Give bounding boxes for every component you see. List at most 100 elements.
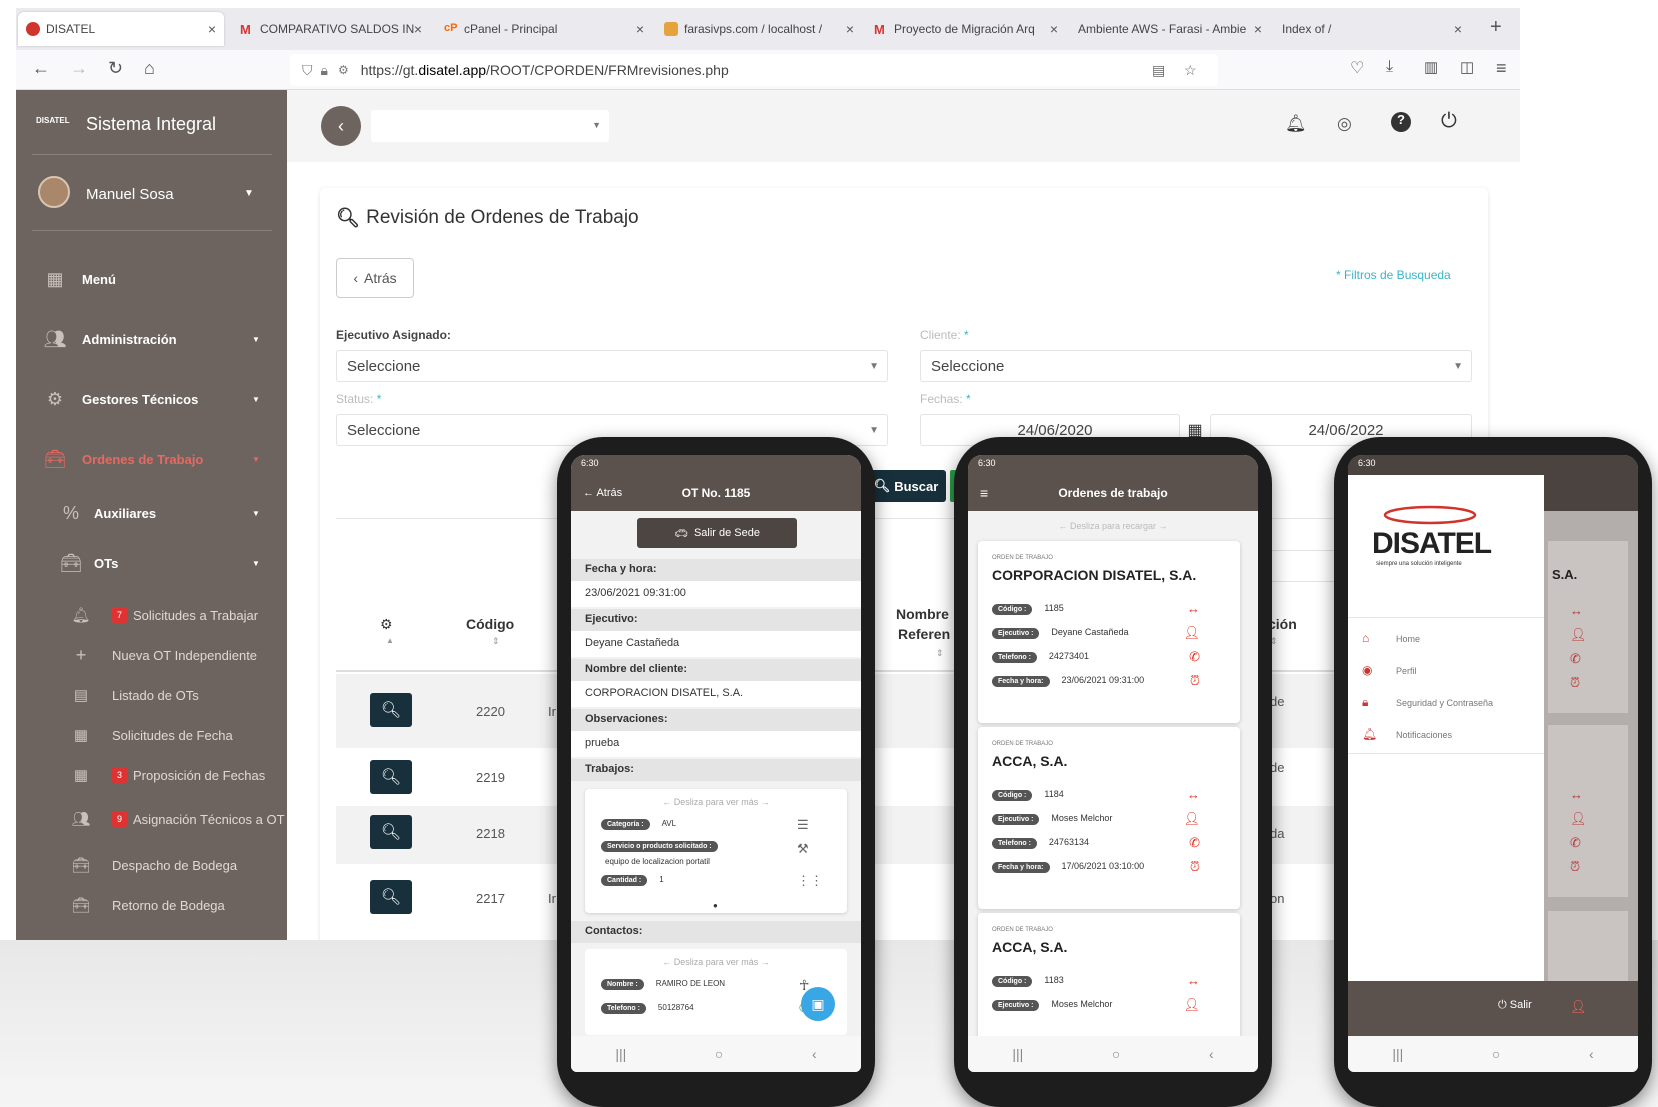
peek-text: S.A. bbox=[1552, 567, 1578, 582]
sidebar-subitem-retorno[interactable]: 🧰︎ Retorno de Bodega bbox=[16, 888, 287, 922]
sidebar-subitem-solicitudes-fecha[interactable]: ▦ Solicitudes de Fecha bbox=[16, 718, 287, 752]
drawer-item-seguridad[interactable]: 🔒︎ Seguridad y Contraseña bbox=[1348, 689, 1544, 719]
hamburger-menu-icon[interactable]: ≡ bbox=[1496, 58, 1507, 79]
bell-icon[interactable]: 🔔︎ bbox=[1285, 114, 1307, 134]
tab-disatel[interactable]: DISATEL × bbox=[18, 12, 224, 46]
sidebar-item-menu[interactable]: ▦ Menú bbox=[16, 262, 287, 296]
order-card[interactable]: ORDEN DE TRABAJO ACCA, S.A. Código : 1183… bbox=[978, 913, 1240, 1043]
phone-icon[interactable]: ✆ bbox=[1189, 835, 1200, 851]
help-icon[interactable]: ? bbox=[1391, 112, 1411, 132]
home-circle-icon[interactable]: ○ bbox=[1492, 1046, 1500, 1062]
url-bar[interactable]: ⛉ 🔒︎ ⚙︎ https://gt. disatel.app/ROOT/CPOR… bbox=[290, 54, 1218, 86]
work-line: Servicio o producto solicitado : bbox=[601, 841, 730, 852]
phone-icon: ✆ bbox=[1570, 835, 1581, 850]
recents-icon[interactable]: ||| bbox=[1012, 1046, 1023, 1062]
back-arrow-icon[interactable]: ← bbox=[32, 58, 50, 79]
ejecutivo-select[interactable]: Seleccione ▼ bbox=[336, 350, 888, 382]
view-order-button[interactable]: 🔍︎ bbox=[370, 815, 412, 849]
sidebar-subitem-proposicion[interactable]: ▦ 3 Proposición de Fechas bbox=[16, 758, 287, 792]
sidebar-item-ordenes[interactable]: 🧰︎ Ordenes de Trabajo ▼ bbox=[16, 442, 287, 476]
close-icon[interactable]: × bbox=[636, 21, 644, 37]
close-icon[interactable]: × bbox=[1254, 21, 1262, 37]
drawer-item-perfil[interactable]: ◉ Perfil bbox=[1348, 657, 1544, 687]
tab-aws[interactable]: Ambiente AWS - Farasi - Ambie × bbox=[1070, 12, 1270, 46]
view-order-button[interactable]: 🔍︎ bbox=[370, 760, 412, 794]
tab-comparativo[interactable]: M COMPARATIVO SALDOS IN × bbox=[232, 12, 430, 46]
gallery-fab-button[interactable]: ▣ bbox=[801, 987, 835, 1021]
users-cog-icon: 👥︎ bbox=[43, 328, 67, 349]
back-icon[interactable]: ‹ bbox=[812, 1046, 817, 1062]
status-time: 6:30 bbox=[978, 458, 996, 468]
sidebar-collapse-button[interactable]: ‹ bbox=[321, 106, 361, 146]
user-circle-icon[interactable]: ◎ bbox=[1337, 114, 1352, 134]
home-circle-icon[interactable]: ○ bbox=[1112, 1046, 1120, 1062]
close-icon[interactable]: × bbox=[846, 21, 854, 37]
download-icon[interactable]: ⤓ bbox=[1386, 58, 1393, 76]
required-marker: * bbox=[964, 328, 969, 342]
back-link[interactable]: ← Atrás bbox=[583, 487, 622, 499]
sidebar-item-auxiliares[interactable]: % Auxiliares ▼ bbox=[16, 496, 287, 530]
tab-proyecto[interactable]: M Proyecto de Migración Arq × bbox=[866, 12, 1066, 46]
sidebar-subitem-nueva-ot[interactable]: + Nueva OT Independiente bbox=[16, 638, 287, 672]
column-header-descripcion[interactable]: ción bbox=[1268, 616, 1297, 632]
sidebar-item-administracion[interactable]: 👥︎ Administración ▼ bbox=[16, 322, 287, 356]
sort-icon[interactable]: ⇕ bbox=[492, 636, 500, 647]
chevron-down-icon[interactable]: ▼ bbox=[244, 188, 254, 199]
reader-view-icon[interactable]: ▤ bbox=[1152, 62, 1165, 79]
order-value: 24763134 bbox=[1048, 837, 1089, 847]
sidebar-subitem-solicitudes[interactable]: 🔔︎ 7 Solicitudes a Trabajar bbox=[16, 598, 287, 632]
drawer-item-home[interactable]: ⌂ Home bbox=[1348, 625, 1544, 655]
sidebar-toggle-icon[interactable]: ◫ bbox=[1460, 58, 1474, 76]
cogs-icon[interactable]: ⚙︎ bbox=[380, 616, 393, 633]
close-icon[interactable]: × bbox=[208, 21, 216, 37]
recents-icon[interactable]: ||| bbox=[615, 1046, 626, 1062]
pocket-icon[interactable]: ♡ bbox=[1350, 58, 1364, 78]
sidebar-subitem-listado[interactable]: ▤ Listado de OTs bbox=[16, 678, 287, 712]
view-order-button[interactable]: 🔍︎ bbox=[370, 693, 412, 727]
filters-link[interactable]: * Filtros de Busqueda bbox=[1336, 268, 1451, 282]
sort-icon[interactable]: ▲ bbox=[386, 636, 394, 645]
order-card[interactable]: ORDEN DE TRABAJO ACCA, S.A. Código : 1184… bbox=[978, 727, 1240, 909]
tab-cpanel[interactable]: cP cPanel - Principal × bbox=[436, 12, 652, 46]
close-icon[interactable]: × bbox=[1050, 21, 1058, 37]
bookmark-star-icon[interactable]: ☆ bbox=[1184, 62, 1197, 79]
forward-arrow-icon[interactable]: → bbox=[70, 58, 88, 79]
back-icon[interactable]: ‹ bbox=[1589, 1046, 1594, 1062]
sort-icon[interactable]: ⇕ bbox=[936, 648, 944, 659]
recents-icon[interactable]: ||| bbox=[1392, 1046, 1403, 1062]
close-icon[interactable]: × bbox=[1454, 21, 1462, 37]
order-card[interactable]: ORDEN DE TRABAJO CORPORACION DISATEL, S.… bbox=[978, 541, 1240, 723]
module-select[interactable]: ▼ bbox=[371, 110, 609, 142]
shield-icon: ⛉ bbox=[302, 61, 313, 78]
sidebar-item-ots[interactable]: 🧰︎ OTs ▼ bbox=[16, 546, 287, 580]
drawer-item-notificaciones[interactable]: 🔔︎ Notificaciones bbox=[1348, 721, 1544, 751]
back-button[interactable]: ‹ Atrás bbox=[336, 258, 414, 298]
column-header-referencia[interactable]: Referen bbox=[898, 626, 950, 642]
sidebar-subitem-despacho[interactable]: 🧰︎ Despacho de Bodega bbox=[16, 848, 287, 882]
cliente-select[interactable]: Seleccione ▼ bbox=[920, 350, 1472, 382]
back-icon[interactable]: ‹ bbox=[1209, 1046, 1214, 1062]
work-card[interactable]: ← Desliza para ver más → Categoría : AVL … bbox=[585, 789, 847, 913]
toolbox-icon: 🧰︎ bbox=[43, 448, 67, 469]
phone-icon[interactable]: ✆ bbox=[1189, 649, 1200, 665]
tab-farasivps[interactable]: farasivps.com / localhost / × bbox=[656, 12, 862, 46]
search-button[interactable]: 🔍︎ Buscar bbox=[866, 470, 946, 502]
view-order-button[interactable]: 🔍︎ bbox=[370, 880, 412, 914]
sidebar-subitem-asignacion[interactable]: 👥︎ 9 Asignación Técnicos a OT bbox=[16, 802, 287, 836]
contact-value: RAMIRO DE LEON bbox=[655, 979, 726, 988]
exit-site-button[interactable]: 🚗︎ Salir de Sede bbox=[637, 518, 797, 548]
logout-button[interactable]: ⏻ Salir bbox=[1498, 999, 1532, 1012]
close-icon[interactable]: × bbox=[414, 21, 422, 37]
hamburger-menu-icon[interactable]: ≡ bbox=[980, 485, 988, 501]
new-tab-icon[interactable]: + bbox=[1490, 16, 1502, 39]
tab-index[interactable]: Index of / × bbox=[1274, 12, 1470, 46]
sidebar-item-gestores[interactable]: ⚙︎ Gestores Técnicos ▼ bbox=[16, 382, 287, 416]
column-header-nombre[interactable]: Nombre bbox=[896, 606, 949, 622]
library-icon[interactable]: ▥ bbox=[1424, 58, 1438, 76]
user-name[interactable]: Manuel Sosa bbox=[86, 186, 174, 203]
home-icon[interactable]: ⌂ bbox=[144, 58, 155, 79]
home-circle-icon[interactable]: ○ bbox=[715, 1046, 723, 1062]
column-header-codigo[interactable]: Código bbox=[466, 616, 514, 632]
reload-icon[interactable]: ↻ bbox=[108, 58, 123, 79]
power-icon[interactable]: ⏻ bbox=[1441, 110, 1457, 133]
